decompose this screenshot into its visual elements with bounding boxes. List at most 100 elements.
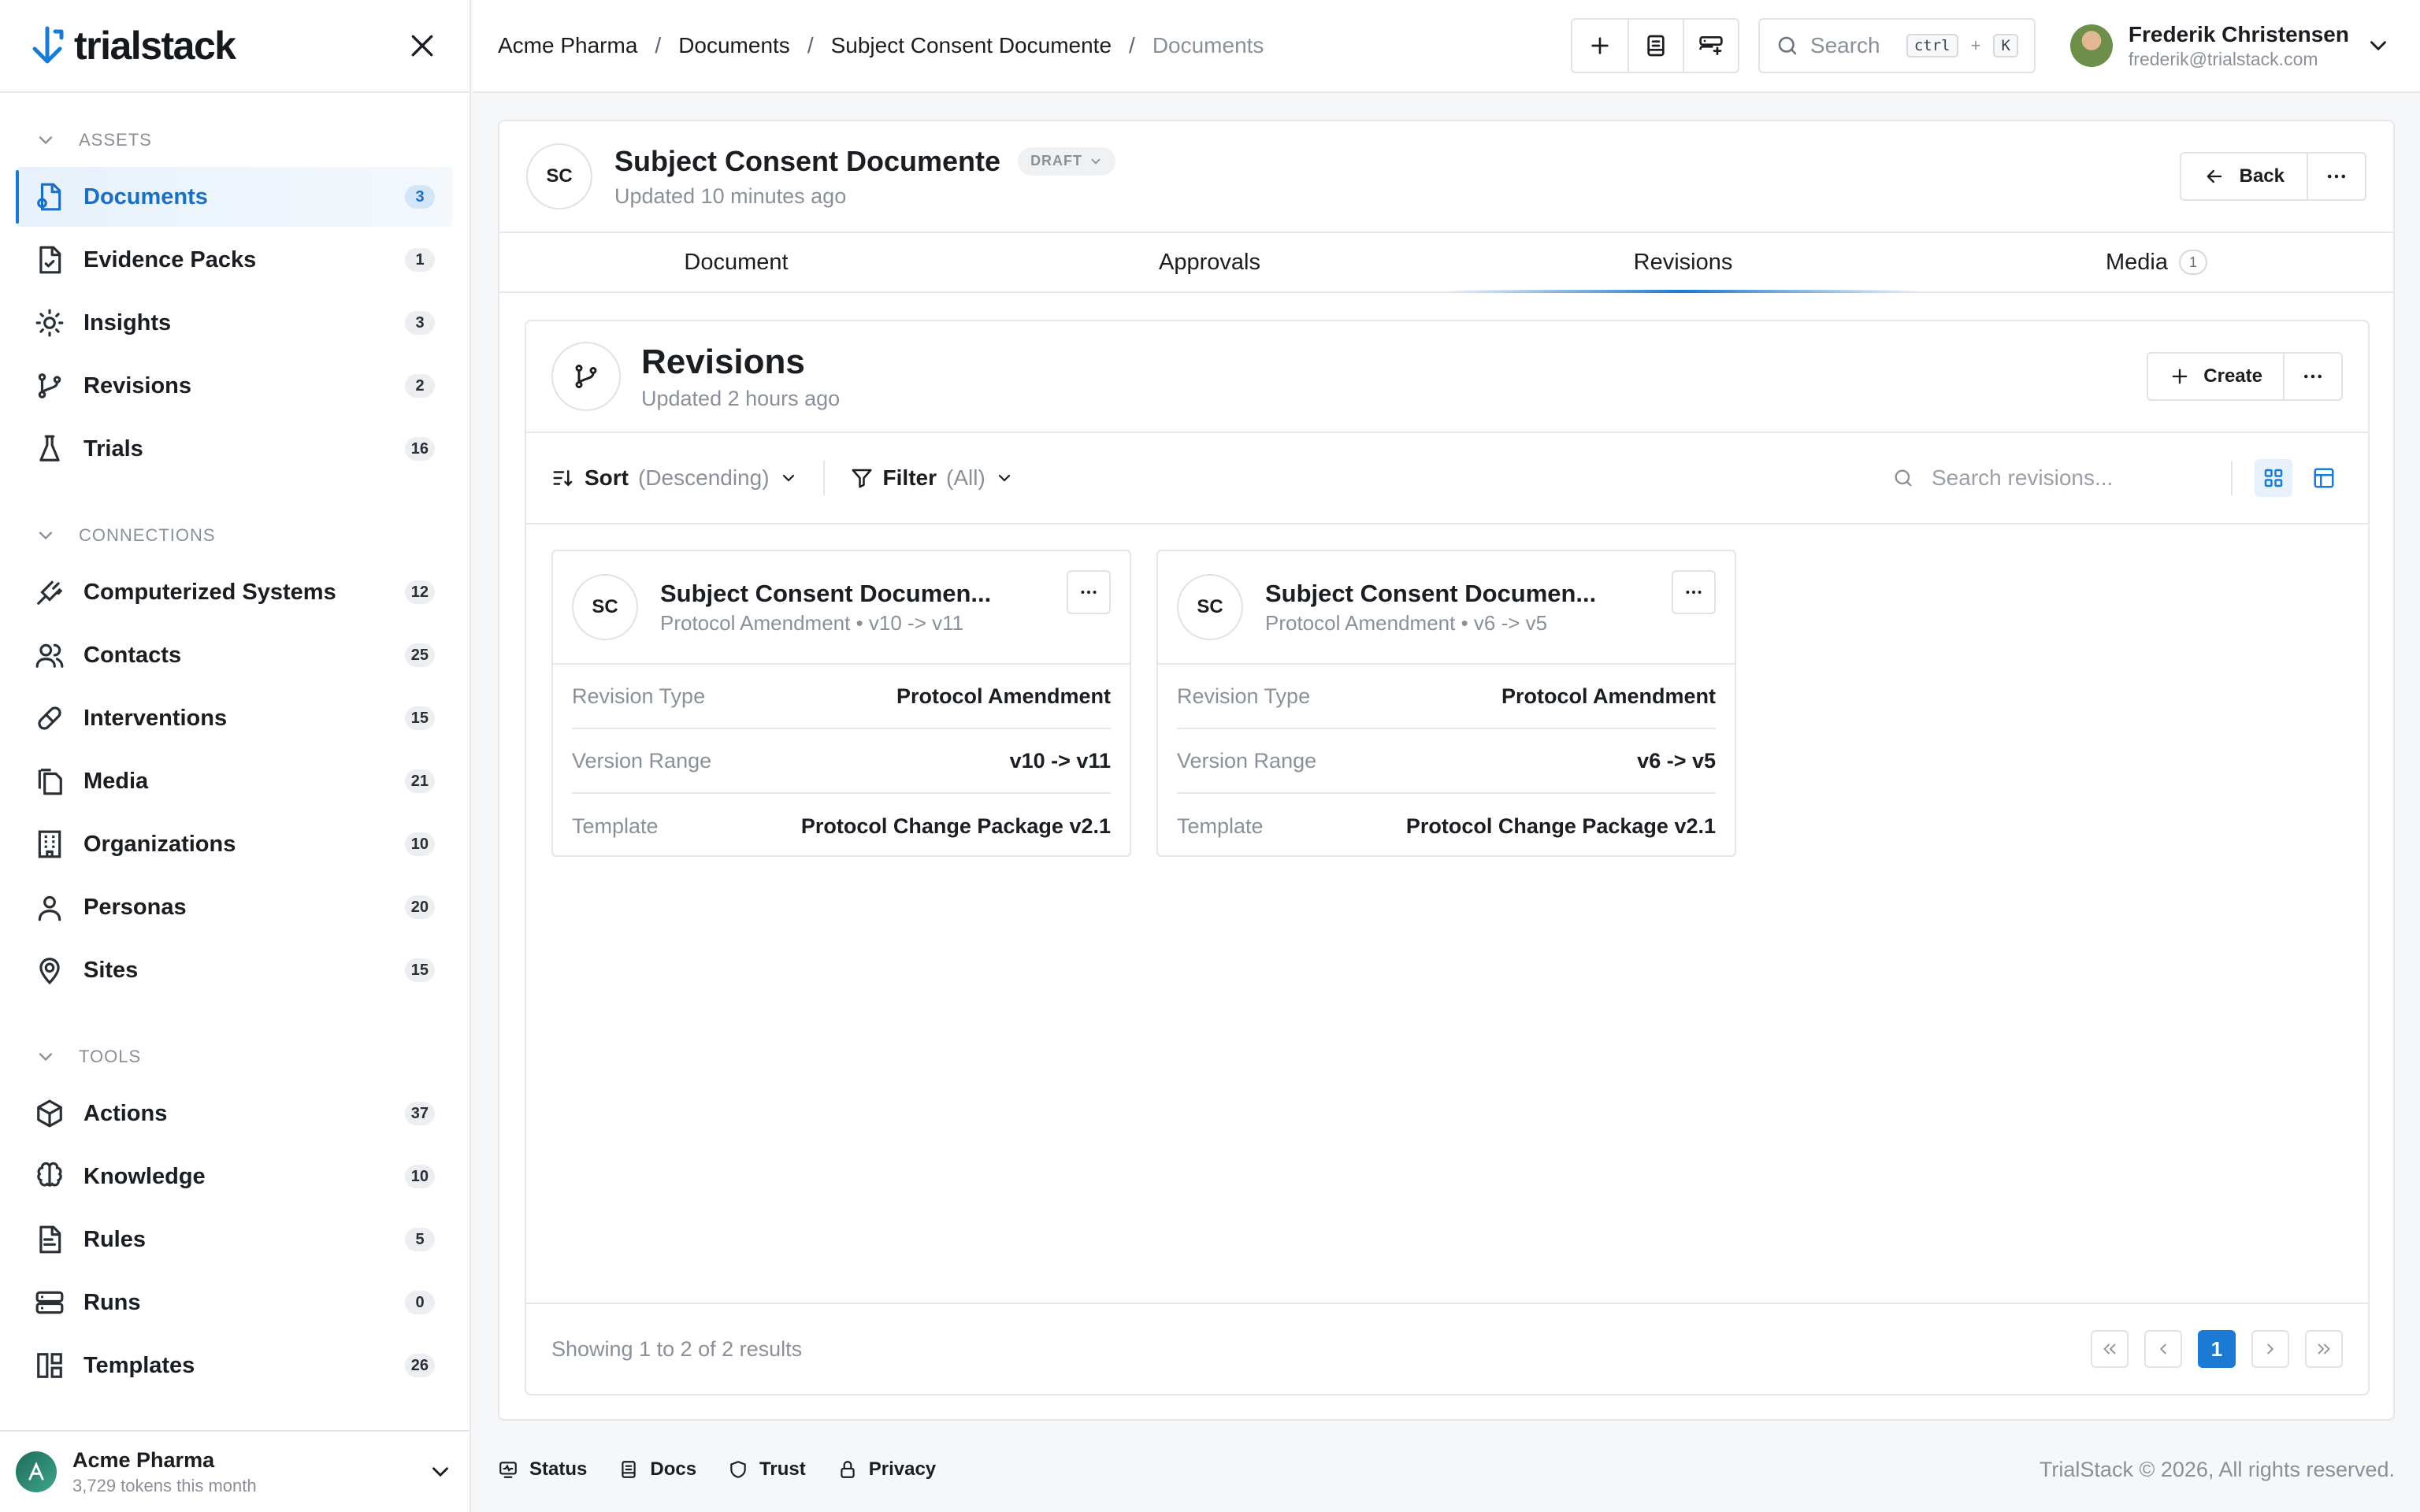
notebook-icon (1643, 33, 1668, 58)
count-badge: 3 (405, 185, 435, 209)
first-page-button[interactable] (2091, 1330, 2129, 1368)
sidebar-item-personas[interactable]: Personas 20 (17, 877, 452, 937)
notes-button[interactable] (1627, 20, 1683, 72)
breadcrumb: Acme Pharma / Documents / Subject Consen… (498, 33, 1264, 58)
footer-link-trust[interactable]: Trust (728, 1458, 806, 1480)
toolbar-divider (822, 461, 825, 495)
section-title: Revisions (641, 342, 805, 381)
revisions-more-button[interactable] (2283, 354, 2341, 399)
sidebar-item-knowledge[interactable]: Knowledge 10 (17, 1147, 452, 1206)
sidebar-item-actions[interactable]: Actions 37 (17, 1084, 452, 1143)
sidebar-item-computerized-systems[interactable]: Computerized Systems 12 (17, 562, 452, 622)
sidebar-item-label: Actions (84, 1100, 168, 1126)
tab-document[interactable]: Document (499, 233, 973, 291)
sidebar-item-insights[interactable]: Insights 3 (17, 293, 452, 353)
users-icon (35, 640, 65, 670)
sidebar-item-evidence-packs[interactable]: Evidence Packs 1 (17, 230, 452, 290)
revision-title: Subject Consent Documen... (1265, 579, 1597, 607)
revision-field: Version Range v10 -> v11 (572, 729, 1111, 794)
revision-card[interactable]: SC Subject Consent Documen... Protocol A… (551, 550, 1131, 857)
field-key: Version Range (1177, 748, 1317, 773)
field-value: v10 -> v11 (1009, 748, 1111, 773)
book-icon (618, 1459, 639, 1480)
sidebar-item-media[interactable]: Media 21 (17, 751, 452, 811)
more-horizontal-icon (2301, 365, 2325, 388)
table-view-button[interactable] (2305, 459, 2343, 497)
tab-revisions[interactable]: Revisions (1446, 233, 1920, 293)
sidebar-item-contacts[interactable]: Contacts 25 (17, 625, 452, 685)
sidebar-item-revisions[interactable]: Revisions 2 (17, 356, 452, 416)
filter-icon (850, 466, 874, 490)
token-usage: 3,729 tokens this month (72, 1475, 257, 1495)
page-button-current[interactable]: 1 (2198, 1330, 2236, 1368)
sidebar-item-runs[interactable]: Runs 0 (17, 1273, 452, 1332)
sidebar-item-trials[interactable]: Trials 16 (17, 419, 452, 479)
back-button[interactable]: Back (2181, 154, 2307, 199)
breadcrumb-org[interactable]: Acme Pharma (498, 33, 637, 58)
plug-icon (35, 577, 65, 607)
sidebar-item-documents[interactable]: Documents 3 (16, 167, 452, 227)
sort-label: Sort (585, 465, 629, 490)
next-page-button[interactable] (2251, 1330, 2289, 1368)
revision-more-button[interactable] (1672, 570, 1716, 614)
previous-page-button[interactable] (2144, 1330, 2182, 1368)
database-button[interactable] (1682, 20, 1738, 72)
section-toggle-tools[interactable]: TOOLS (0, 1040, 470, 1074)
sidebar-item-label: Rules (84, 1226, 146, 1252)
tab-label: Media (2106, 249, 2168, 275)
filter-value: (All) (946, 465, 985, 490)
logo[interactable]: trialstack (28, 23, 236, 69)
search-placeholder: Search revisions... (1932, 465, 2114, 490)
document-more-button[interactable] (2307, 154, 2365, 199)
footer-link-docs[interactable]: Docs (618, 1458, 696, 1480)
status-badge[interactable]: DRAFT (1018, 146, 1116, 176)
breadcrumb-document[interactable]: Subject Consent Documente (831, 33, 1112, 58)
revision-card[interactable]: SC Subject Consent Documen... Protocol A… (1156, 550, 1736, 857)
revisions-actions: Create (2147, 352, 2343, 401)
sidebar-item-organizations[interactable]: Organizations 10 (17, 814, 452, 874)
create-revision-button[interactable]: Create (2148, 354, 2283, 399)
sidebar-item-sites[interactable]: Sites 15 (17, 940, 452, 1000)
section-toggle-connections[interactable]: CONNECTIONS (0, 518, 470, 553)
topbar: Acme Pharma / Documents / Subject Consen… (473, 0, 2420, 93)
tab-media[interactable]: Media 1 (1920, 233, 2393, 291)
breadcrumb-documents[interactable]: Documents (678, 33, 790, 58)
chevron-down-icon (1089, 154, 1103, 169)
sort-dropdown[interactable]: Sort (Descending) (551, 465, 798, 491)
add-button[interactable] (1572, 20, 1628, 72)
revision-more-button[interactable] (1067, 570, 1111, 614)
footer-link-label: Trust (759, 1458, 806, 1480)
more-horizontal-icon (1078, 582, 1099, 602)
sidebar-item-interventions[interactable]: Interventions 15 (17, 688, 452, 748)
count-badge: 37 (404, 1102, 435, 1125)
document-actions: Back (2179, 152, 2366, 201)
field-value: Protocol Amendment (1501, 684, 1716, 708)
org-switcher[interactable]: Acme Pharma 3,729 tokens this month (0, 1430, 470, 1512)
shortcut-key-k: K (1993, 34, 2018, 57)
revision-avatar: SC (572, 574, 638, 640)
revisions-search-input[interactable]: Search revisions... (1892, 465, 2199, 491)
sidebar-item-label: Evidence Packs (84, 246, 257, 272)
last-page-button[interactable] (2305, 1330, 2343, 1368)
sidebar-item-rules[interactable]: Rules 5 (17, 1210, 452, 1269)
close-sidebar-icon[interactable] (406, 30, 438, 61)
count-badge: 12 (404, 580, 435, 604)
footer-link-privacy[interactable]: Privacy (837, 1458, 936, 1480)
filter-dropdown[interactable]: Filter (All) (850, 465, 1014, 491)
user-menu[interactable]: Frederik Christensen frederik@trialstack… (2069, 22, 2420, 70)
tab-approvals[interactable]: Approvals (973, 233, 1446, 291)
sidebar-item-templates[interactable]: Templates 26 (17, 1336, 452, 1395)
chevron-down-icon (779, 469, 798, 487)
section-toggle-assets[interactable]: ASSETS (0, 123, 470, 158)
count-badge: 25 (404, 643, 435, 667)
grid-view-button[interactable] (2255, 459, 2292, 497)
global-search[interactable]: Search ctrl + K (1757, 18, 2036, 73)
shield-icon (728, 1459, 748, 1480)
field-key: Version Range (572, 748, 712, 773)
field-value: Protocol Amendment (896, 684, 1111, 708)
git-branch-icon (35, 371, 65, 401)
document-header: SC Subject Consent Documente DRAFT Updat… (499, 121, 2393, 233)
footer-link-status[interactable]: Status (498, 1458, 587, 1480)
sidebar-item-label: Templates (84, 1352, 195, 1378)
sidebar-item-label: Runs (84, 1289, 141, 1315)
